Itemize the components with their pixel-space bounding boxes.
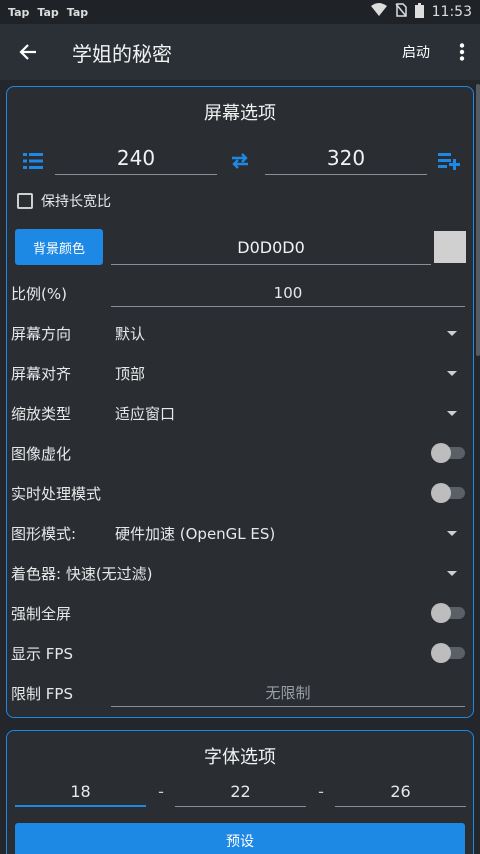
alignment-value: 顶部	[115, 364, 146, 383]
zoom-type-label: 缩放类型	[11, 404, 72, 423]
orientation-dropdown[interactable]: 屏幕方向 默认	[11, 315, 467, 351]
show-fps-label: 显示 FPS	[11, 644, 73, 663]
scrollbar[interactable]	[476, 84, 480, 356]
launch-button[interactable]: 启动	[388, 42, 444, 62]
dropdown-arrow-icon	[447, 370, 457, 376]
shader-label: 着色器: 快速(无过滤)	[11, 564, 153, 583]
scale-label: 比例(%)	[11, 284, 67, 303]
fullscreen-label: 强制全屏	[11, 604, 72, 623]
wifi-icon	[370, 3, 387, 21]
notification-label: Tap	[37, 5, 59, 19]
scale-input[interactable]: 100	[111, 279, 465, 307]
range-dash: -	[318, 782, 324, 801]
fullscreen-row: 强制全屏	[11, 595, 467, 631]
font-size-row: 18 - 22 - 26	[7, 777, 473, 811]
font-size-min-input[interactable]: 18	[15, 777, 146, 807]
dropdown-arrow-icon	[447, 530, 457, 536]
show-fps-toggle[interactable]	[431, 643, 465, 663]
dropdown-arrow-icon	[447, 570, 457, 576]
more-vert-icon	[459, 43, 465, 61]
more-menu-button[interactable]	[444, 24, 480, 80]
orientation-value: 默认	[115, 324, 146, 343]
battery-icon	[414, 2, 424, 22]
zoom-type-value: 适应窗口	[115, 404, 176, 423]
dimensions-row: 240 320	[7, 141, 473, 181]
keep-aspect-option[interactable]: 保持长宽比	[17, 191, 111, 211]
back-button[interactable]	[0, 24, 56, 80]
playlist-add-icon[interactable]	[435, 147, 463, 175]
show-fps-row: 显示 FPS	[11, 635, 467, 671]
height-input[interactable]: 320	[265, 141, 427, 175]
graphics-mode-dropdown[interactable]: 图形模式: 硬件加速 (OpenGL ES)	[11, 515, 467, 551]
alignment-label: 屏幕对齐	[11, 364, 72, 383]
keep-aspect-checkbox[interactable]	[17, 193, 33, 209]
virtualize-label: 图像虚化	[11, 444, 72, 463]
dropdown-arrow-icon	[447, 330, 457, 336]
dropdown-arrow-icon	[447, 410, 457, 416]
notification-label: Tap	[66, 5, 89, 19]
alignment-dropdown[interactable]: 屏幕对齐 顶部	[11, 355, 467, 391]
font-options-card: 字体选项 18 - 22 - 26 预设	[6, 730, 474, 854]
zoom-type-dropdown[interactable]: 缩放类型 适应窗口	[11, 395, 467, 431]
background-color-button[interactable]: 背景颜色	[15, 229, 103, 265]
background-color-swatch[interactable]	[434, 231, 466, 263]
keep-aspect-label: 保持长宽比	[41, 194, 111, 210]
shader-dropdown[interactable]: 着色器: 快速(无过滤)	[11, 555, 467, 591]
font-size-mid-input[interactable]: 22	[175, 777, 306, 807]
page-title: 学姐的秘密	[72, 41, 172, 66]
screen-options-title: 屏幕选项	[204, 103, 276, 124]
app-bar: 学姐的秘密 启动	[0, 24, 480, 80]
screen-options-card: 屏幕选项 240 320 保持长宽比 背景颜色 D0D0D0 比例(%) 100…	[6, 86, 474, 718]
limit-fps-input[interactable]: 无限制	[111, 679, 465, 707]
list-icon[interactable]	[19, 147, 47, 175]
graphics-mode-value: 硬件加速 (OpenGL ES)	[115, 524, 276, 543]
virtualize-row: 图像虚化	[11, 435, 467, 471]
font-options-title: 字体选项	[204, 747, 276, 768]
graphics-mode-label: 图形模式:	[11, 524, 77, 543]
notification-label: Tap	[8, 5, 30, 19]
arrow-back-icon	[19, 44, 36, 60]
orientation-label: 屏幕方向	[11, 324, 72, 343]
realtime-row: 实时处理模式	[11, 475, 467, 511]
swap-icon[interactable]	[226, 147, 254, 175]
limit-fps-label: 限制 FPS	[11, 684, 73, 703]
realtime-toggle[interactable]	[431, 483, 465, 503]
fullscreen-toggle[interactable]	[431, 603, 465, 623]
background-color-input[interactable]: D0D0D0	[111, 231, 431, 265]
no-sim-icon	[395, 3, 407, 21]
preset-button[interactable]: 预设	[15, 823, 465, 854]
range-dash: -	[158, 782, 164, 801]
realtime-label: 实时处理模式	[11, 484, 102, 503]
clock: 11:53	[431, 4, 472, 20]
virtualize-toggle[interactable]	[431, 443, 465, 463]
width-input[interactable]: 240	[55, 141, 217, 175]
font-size-max-input[interactable]: 26	[335, 777, 466, 807]
status-bar: Tap Tap Tap 11:53	[0, 0, 480, 24]
